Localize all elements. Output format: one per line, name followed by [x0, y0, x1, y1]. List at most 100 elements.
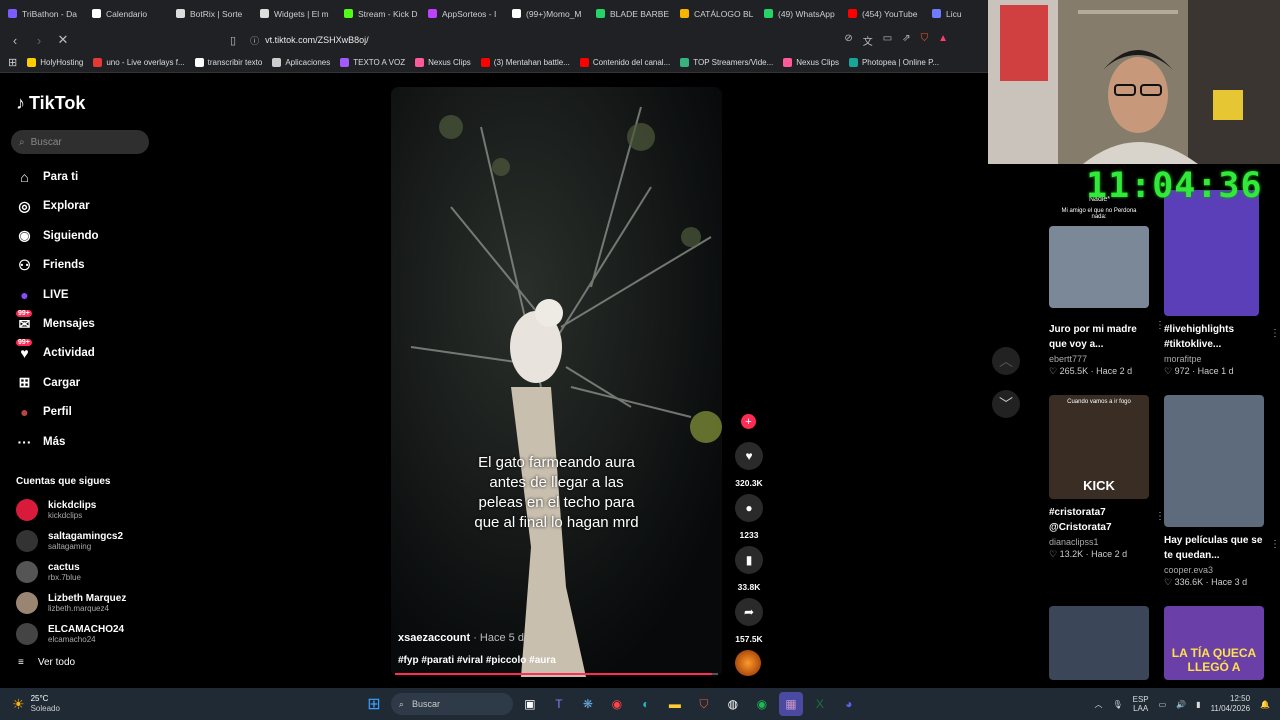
sidebar-item-mensajes[interactable]: ✉ 99+ Mensajes: [16, 310, 186, 336]
card-title[interactable]: Juro por mi madre que voy a...: [1049, 322, 1149, 352]
share-button[interactable]: ➦ 157.5K: [735, 598, 763, 644]
more-options-icon[interactable]: ⋮: [1270, 539, 1280, 550]
obs-icon[interactable]: ◍: [721, 692, 745, 716]
battery-icon[interactable]: ▮: [1196, 700, 1200, 709]
video-thumbnail[interactable]: [1049, 606, 1149, 680]
notification-icon[interactable]: 🔔: [1260, 700, 1270, 709]
browser-tab[interactable]: (454) YouTube: [840, 0, 924, 27]
card-title[interactable]: #livehighlights #tiktoklive...: [1164, 322, 1264, 352]
brave-rewards-icon[interactable]: ▲: [938, 33, 948, 48]
recommended-video-card[interactable]: Nadie* Mi amigo el que no Perdona nada: Ju…: [1049, 196, 1165, 377]
card-title[interactable]: Hay películas que se te quedan...: [1164, 533, 1264, 563]
previous-video-button[interactable]: ︿: [992, 347, 1020, 375]
recommended-video-card[interactable]: #livehighlights #tiktoklive... morafitpe ♡…: [1164, 190, 1280, 377]
bookmark-item[interactable]: Contenido del canal...: [579, 58, 670, 67]
bookmark-item[interactable]: Nexus Clips: [783, 58, 839, 67]
forward-icon[interactable]: ›: [32, 33, 46, 48]
browser-tab[interactable]: Calendario: [84, 0, 168, 27]
sidebar-item-siguiendo[interactable]: ◉ Siguiendo: [16, 224, 186, 248]
more-options-icon[interactable]: ⋮: [1270, 328, 1280, 339]
spotify-icon[interactable]: ◉: [750, 692, 774, 716]
site-info-icon[interactable]: ⓘ: [250, 34, 259, 47]
explorer-icon[interactable]: ▬: [663, 692, 687, 716]
card-author[interactable]: cooper.eva3: [1164, 565, 1274, 575]
browser-tab[interactable]: Stream - Kick D: [336, 0, 420, 27]
tray-chevron-icon[interactable]: ︿: [1094, 699, 1102, 710]
video-thumbnail[interactable]: [1049, 226, 1149, 308]
copilot-icon[interactable]: ❋: [576, 692, 600, 716]
sidebar-item-friends[interactable]: ⚇ Friends: [16, 253, 186, 277]
browser-tab[interactable]: (49) WhatsApp: [756, 0, 840, 27]
windows-start-icon[interactable]: ⊞: [362, 692, 386, 716]
next-video-button[interactable]: ﹀: [992, 390, 1020, 418]
browser-tab[interactable]: Widgets | El m: [252, 0, 336, 27]
bookmark-item[interactable]: TEXTO A VOZ: [340, 58, 405, 67]
mic-icon[interactable]: 🎙: [1112, 700, 1122, 709]
chrome-icon[interactable]: ◉: [605, 692, 629, 716]
see-all-link[interactable]: ≡ Ver todo: [18, 657, 75, 668]
music-disc-icon[interactable]: [735, 650, 761, 676]
bookmark-item[interactable]: Aplicaciones: [272, 58, 330, 67]
teams-icon[interactable]: T: [547, 692, 571, 716]
video-thumbnail[interactable]: LA TÍA QUECA LLEGÓ A: [1164, 606, 1264, 680]
browser-tab[interactable]: BLADE BARBE: [588, 0, 672, 27]
sidebar-item-perfil[interactable]: ● Perfil: [16, 400, 186, 424]
brave-shield-icon[interactable]: ⛉: [921, 33, 929, 48]
sidebar-item-actividad[interactable]: ♥ 99+ Actividad: [16, 339, 186, 365]
sidebar-item-explorar[interactable]: ◎ Explorar: [16, 194, 186, 218]
video-progress-track[interactable]: [395, 673, 718, 675]
browser-tab[interactable]: (99+)Momo_M: [504, 0, 588, 27]
browser-tab[interactable]: AppSorteos - I: [420, 0, 504, 27]
search-input[interactable]: ⌕ Buscar: [11, 130, 149, 154]
followed-account[interactable]: Lizbeth Marquez lizbeth.marquez4: [16, 592, 126, 614]
browser-tab[interactable]: BotRix | Sorte: [168, 0, 252, 27]
browser-tab[interactable]: TriBathon - Da: [0, 0, 84, 27]
share-icon[interactable]: ⇗: [902, 33, 910, 48]
followed-account[interactable]: ELCAMACHO24 elcamacho24: [16, 623, 124, 645]
task-view-icon[interactable]: ▣: [518, 692, 542, 716]
video-author[interactable]: xsaezaccount: [398, 632, 470, 644]
followed-account[interactable]: cactus rbx.7blue: [16, 561, 81, 583]
edge-icon[interactable]: ◐: [634, 692, 658, 716]
discord-icon[interactable]: ◕: [837, 692, 861, 716]
browser-tab[interactable]: CATÁLOGO BL: [672, 0, 756, 27]
excel-icon[interactable]: X: [808, 692, 832, 716]
sidebar-item-ms[interactable]: ··· Más: [16, 430, 186, 454]
apps-grid-icon[interactable]: ⊞: [8, 56, 17, 69]
system-clock[interactable]: 12:50 11/04/2026: [1211, 694, 1250, 714]
followed-account[interactable]: saltagamingcs2 saltagaming: [16, 530, 123, 552]
sidebar-item-parati[interactable]: ⌂ Para ti: [16, 165, 186, 189]
cast-icon[interactable]: ▭: [883, 33, 892, 48]
recommended-video-card[interactable]: LA TÍA QUECA LLEGÓ A: [1164, 606, 1274, 680]
recommended-video-card[interactable]: Hay películas que se te quedan... cooper.…: [1164, 395, 1280, 588]
address-bar[interactable]: ▯ ⓘ vt.tiktok.com/ZSHXwB8oj/: [80, 30, 835, 50]
translate-icon[interactable]: 文: [863, 33, 873, 48]
taskbar-search[interactable]: ⌕ Buscar: [390, 693, 513, 715]
save-button[interactable]: ▮ 33.8K: [735, 546, 763, 592]
card-title[interactable]: #cristorata7 @Cristorata7: [1049, 505, 1149, 535]
bookmark-item[interactable]: uno - Live overlays f...: [93, 58, 185, 67]
card-author[interactable]: dianaclipss1: [1049, 537, 1159, 547]
bookmark-item[interactable]: transcribir texto: [194, 58, 262, 67]
video-player[interactable]: El gato farmeando aura antes de llegar a…: [391, 87, 722, 677]
card-author[interactable]: ebertt777: [1049, 354, 1159, 364]
video-hashtags[interactable]: #fyp #parati #viral #piccolo #aura: [398, 655, 556, 666]
bookmark-star-icon[interactable]: ▯: [230, 34, 236, 47]
bookmark-item[interactable]: HolyHosting: [27, 58, 83, 67]
card-author[interactable]: morafitpe: [1164, 354, 1274, 364]
video-thumbnail[interactable]: KICK Cuando vamos a ir fogo: [1049, 395, 1149, 499]
brave-icon[interactable]: ⛉: [692, 692, 716, 716]
video-thumbnail[interactable]: [1164, 190, 1259, 316]
bookmark-item[interactable]: Photopea | Online P...: [848, 58, 939, 67]
recommended-video-card[interactable]: KICK Cuando vamos a ir fogo #cristorata7 @…: [1049, 395, 1165, 560]
bookmark-item[interactable]: TOP Streamers/Vide...: [680, 58, 773, 67]
like-button[interactable]: ♥ 320.3K: [735, 442, 763, 488]
network-icon[interactable]: ▭: [1159, 700, 1167, 709]
sidebar-item-live[interactable]: ● LIVE: [16, 283, 186, 307]
bookmark-item[interactable]: Nexus Clips: [415, 58, 471, 67]
follow-plus-button[interactable]: +: [741, 414, 756, 429]
followed-account[interactable]: kickdclips kickdclips: [16, 499, 96, 521]
back-icon[interactable]: ‹: [8, 33, 22, 48]
tiktok-logo[interactable]: ♪ TikTok: [16, 93, 85, 114]
volume-icon[interactable]: 🔊: [1176, 700, 1186, 709]
